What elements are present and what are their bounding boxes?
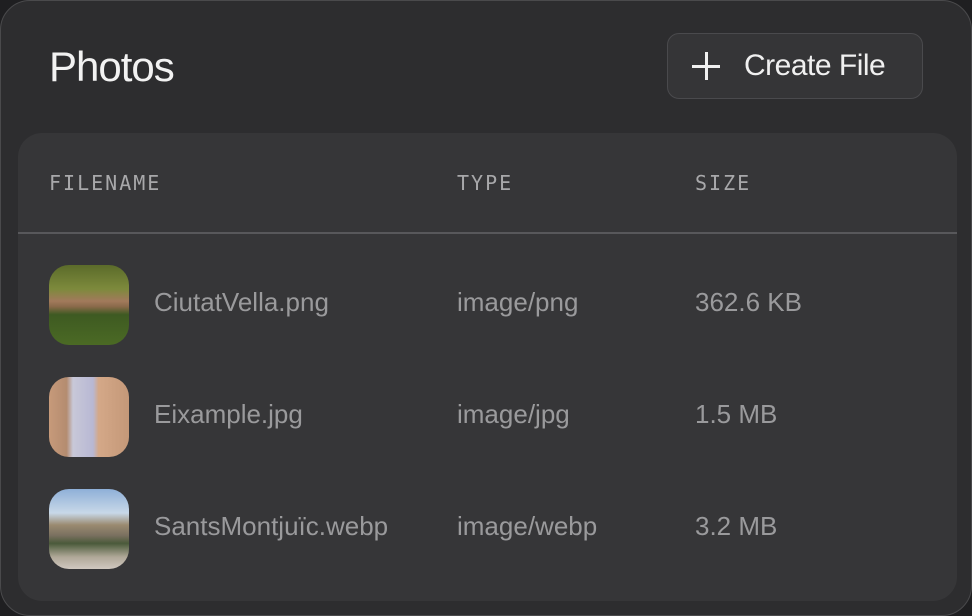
header-divider xyxy=(18,232,957,234)
files-table: FILENAME TYPE SIZE CiutatVella.png image… xyxy=(18,133,957,601)
column-header-type[interactable]: TYPE xyxy=(457,171,513,195)
column-header-filename[interactable]: FILENAME xyxy=(49,171,161,195)
plus-icon xyxy=(692,52,720,80)
type-cell: image/jpg xyxy=(457,399,570,429)
table-row[interactable]: SantsMontjuïc.webp image/webp 3.2 MB xyxy=(18,469,957,581)
thumbnail-image xyxy=(49,377,129,457)
type-cell: image/webp xyxy=(457,511,598,541)
table-row[interactable]: Eixample.jpg image/jpg 1.5 MB xyxy=(18,357,957,469)
size-cell: 362.6 KB xyxy=(695,287,802,317)
type-cell: image/png xyxy=(457,287,579,317)
size-cell: 3.2 MB xyxy=(695,511,778,541)
table-row[interactable]: CiutatVella.png image/png 362.6 KB xyxy=(18,245,957,357)
filename-cell: SantsMontjuïc.webp xyxy=(154,511,389,541)
filename-cell: CiutatVella.png xyxy=(154,287,329,317)
create-file-button[interactable]: Create File xyxy=(667,33,923,99)
size-cell: 1.5 MB xyxy=(695,399,778,429)
photos-card: Photos Create File FILENAME TYPE SIZE Ci… xyxy=(0,0,972,616)
page-title: Photos xyxy=(49,43,175,90)
create-file-label: Create File xyxy=(744,49,886,82)
column-header-size[interactable]: SIZE xyxy=(695,171,751,195)
thumbnail-image xyxy=(49,265,129,345)
thumbnail-image xyxy=(49,489,129,569)
filename-cell: Eixample.jpg xyxy=(154,399,303,429)
